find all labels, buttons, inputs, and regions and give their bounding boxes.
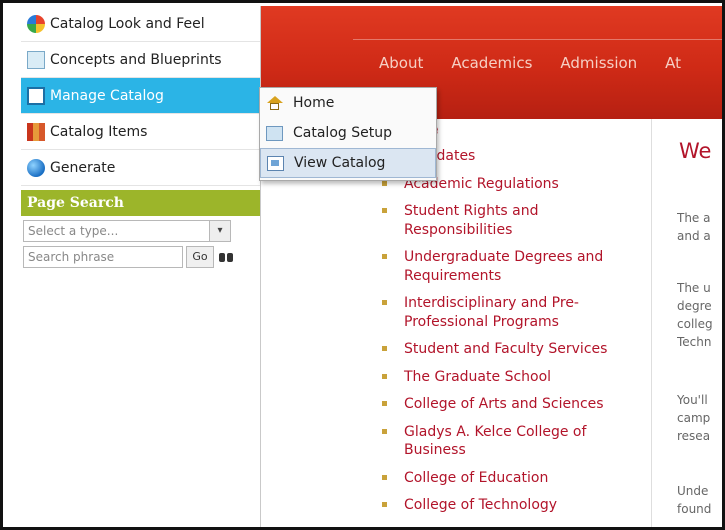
blurb-line: You'll: [677, 393, 708, 407]
palette-icon: [27, 14, 45, 33]
blurb-paragraph-3: You'll camp resea: [677, 391, 722, 445]
blurb-paragraph-1: The a and a: [677, 209, 722, 245]
blueprint-icon: [27, 50, 45, 69]
view-catalog-icon: [267, 155, 284, 171]
page-search-phrase-row: Search phrase Go: [21, 242, 260, 268]
blurb-paragraph-2: The u degre colleg Techn: [677, 279, 722, 351]
blurb-line: resea: [677, 429, 711, 443]
toc-item[interactable]: College of Arts and Sciences: [379, 395, 644, 414]
manage-catalog-flyout: Home Catalog Setup View Catalog: [259, 87, 437, 181]
sidebar-item-label: Manage Catalog: [50, 87, 164, 104]
toc-list: 0 Updates Academic Regulations Student R…: [379, 147, 644, 524]
blurb-line: colleg: [677, 317, 713, 331]
page-search-header: Page Search: [21, 190, 260, 216]
toc-item[interactable]: College of Technology: [379, 496, 644, 515]
site-nav: About Academics Admission At: [379, 54, 681, 72]
search-phrase-input[interactable]: Search phrase: [23, 246, 183, 268]
blurb-line: Techn: [677, 335, 712, 349]
flyout-item-label: Catalog Setup: [293, 125, 392, 141]
toc-item[interactable]: Undergraduate Degrees and Requirements: [379, 248, 644, 285]
toc-item[interactable]: Interdisciplinary and Pre-Professional P…: [379, 294, 644, 331]
screenshot-frame: About Academics Admission At e 0 Updates…: [0, 0, 725, 530]
page-type-select[interactable]: Select a type... ▾: [23, 220, 231, 242]
catalog-items-icon: [27, 122, 45, 141]
go-button[interactable]: Go: [186, 246, 214, 268]
flyout-item-label: View Catalog: [294, 155, 386, 171]
toc-item[interactable]: College of Education: [379, 469, 644, 488]
sidebar-item-label: Catalog Items: [50, 123, 148, 140]
banner-rule: [353, 39, 722, 40]
page-type-select-value: Select a type...: [28, 224, 119, 238]
sidebar-item-catalog-items[interactable]: Catalog Items: [21, 114, 260, 150]
sidebar-item-label: Generate: [50, 159, 116, 176]
admin-sidebar: Catalog Look and Feel Concepts and Bluep…: [21, 6, 261, 527]
sidebar-item-label: Concepts and Blueprints: [50, 51, 222, 68]
sidebar-item-manage-catalog[interactable]: Manage Catalog: [21, 78, 260, 114]
nav-admission[interactable]: Admission: [560, 54, 637, 72]
binoculars-icon[interactable]: [219, 250, 233, 264]
blurb-line: and a: [677, 229, 711, 243]
sidebar-item-look-and-feel[interactable]: Catalog Look and Feel: [21, 6, 260, 42]
blurb-line: degre: [677, 299, 712, 313]
blurb-line: The u: [677, 281, 711, 295]
blurb-line: The a: [677, 211, 711, 225]
sidebar-item-generate[interactable]: Generate: [21, 150, 260, 186]
sidebar-item-label: Catalog Look and Feel: [50, 15, 205, 32]
catalog-setup-icon: [266, 125, 283, 141]
page-search-type-row: Select a type... ▾: [21, 216, 260, 242]
toc-item[interactable]: Student Rights and Responsibilities: [379, 202, 644, 239]
flyout-item-catalog-setup[interactable]: Catalog Setup: [260, 118, 436, 148]
sidebar-item-concepts-blueprints[interactable]: Concepts and Blueprints: [21, 42, 260, 78]
toc-item[interactable]: Gladys A. Kelce College of Business: [379, 423, 644, 460]
content-divider: [651, 119, 652, 527]
chevron-down-icon[interactable]: ▾: [209, 221, 230, 241]
flyout-item-label: Home: [293, 95, 335, 111]
blurb-line: found: [677, 502, 712, 516]
nav-at[interactable]: At: [665, 54, 681, 72]
blurb-line: camp: [677, 411, 711, 425]
manage-catalog-icon: [27, 86, 45, 105]
flyout-item-home[interactable]: Home: [260, 88, 436, 118]
blurb-line: Unde: [677, 484, 709, 498]
nav-academics[interactable]: Academics: [451, 54, 532, 72]
toc-item[interactable]: Student and Faculty Services: [379, 340, 644, 359]
globe-icon: [27, 158, 45, 177]
catalog-website-preview: About Academics Admission At e 0 Updates…: [261, 6, 722, 527]
welcome-heading: We: [679, 139, 712, 163]
home-icon: [266, 95, 283, 111]
nav-about[interactable]: About: [379, 54, 423, 72]
flyout-item-view-catalog[interactable]: View Catalog: [260, 148, 436, 178]
blurb-paragraph-4: Unde found: [677, 482, 722, 518]
toc-item[interactable]: The Graduate School: [379, 368, 644, 387]
